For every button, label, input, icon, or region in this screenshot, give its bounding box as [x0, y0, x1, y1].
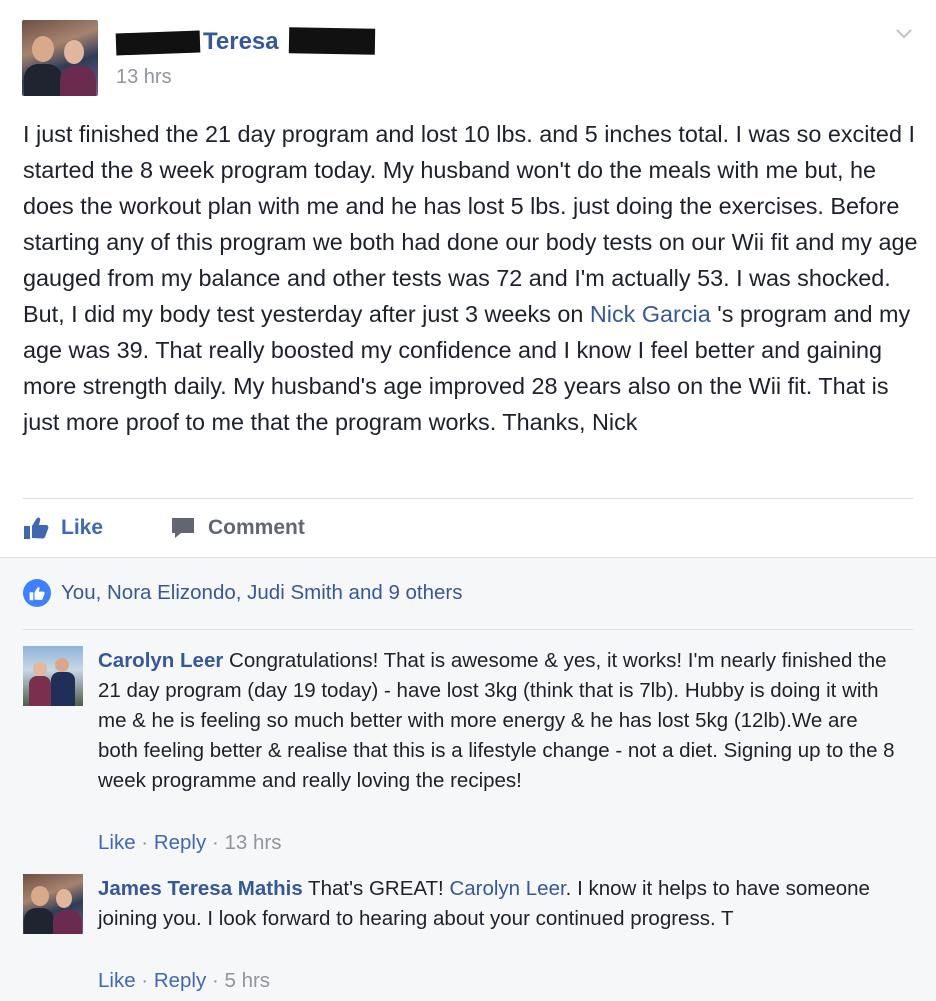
like-button[interactable]: Like	[23, 512, 103, 544]
separator: ·	[135, 831, 154, 854]
comment-like-link[interactable]: Like	[98, 831, 136, 854]
post-card: Teresa 13 hrs I just finished the 21 day…	[0, 0, 936, 557]
post-text: I just finished the 21 day program and l…	[23, 116, 918, 440]
comment-button[interactable]: Comment	[170, 512, 305, 544]
comment-timestamp[interactable]: 13 hrs	[224, 831, 281, 854]
comments-section: You, Nora Elizondo, Judi Smith and 9 oth…	[0, 557, 936, 1001]
comment-meta: Like · Reply · 5 hrs	[98, 969, 270, 993]
mention-link[interactable]: Nick Garcia	[590, 301, 711, 327]
commenter-name[interactable]: Carolyn Leer	[98, 649, 223, 672]
comment-reply-link[interactable]: Reply	[154, 831, 206, 854]
comment-label: Comment	[208, 516, 305, 539]
comment-reply-link[interactable]: Reply	[154, 969, 206, 992]
chevron-down-icon[interactable]	[895, 24, 913, 42]
author-name[interactable]: Teresa	[203, 28, 279, 56]
comment-icon	[172, 518, 194, 538]
thumbs-up-icon	[24, 517, 49, 539]
separator: ·	[206, 969, 225, 992]
redaction-mark	[288, 27, 376, 55]
author-avatar[interactable]	[22, 20, 98, 96]
comment-body: Carolyn Leer Congratulations! That is aw…	[98, 646, 898, 796]
redaction-mark	[115, 30, 201, 56]
comment-text: That's GREAT!	[302, 877, 450, 900]
comment-timestamp[interactable]: 5 hrs	[224, 969, 270, 992]
commenter-name[interactable]: James Teresa Mathis	[98, 877, 303, 900]
divider	[23, 629, 913, 630]
like-label: Like	[61, 516, 104, 539]
post-text-part: I just finished the 21 day program and l…	[23, 121, 918, 327]
mention-link[interactable]: Carolyn Leer	[449, 877, 565, 900]
divider	[23, 498, 913, 499]
commenter-avatar[interactable]	[23, 646, 83, 706]
separator: ·	[206, 831, 225, 854]
like-badge-icon	[23, 579, 51, 607]
commenter-avatar[interactable]	[23, 874, 83, 934]
reactions-text: You, Nora Elizondo, Judi Smith and 9 oth…	[61, 581, 463, 604]
separator: ·	[135, 969, 154, 992]
comment-body: James Teresa Mathis That's GREAT! Caroly…	[98, 874, 898, 934]
post-timestamp[interactable]: 13 hrs	[116, 66, 172, 89]
reactions-summary[interactable]: You, Nora Elizondo, Judi Smith and 9 oth…	[23, 578, 463, 608]
comment-meta: Like · Reply · 13 hrs	[98, 831, 281, 855]
comment-like-link[interactable]: Like	[98, 969, 136, 992]
